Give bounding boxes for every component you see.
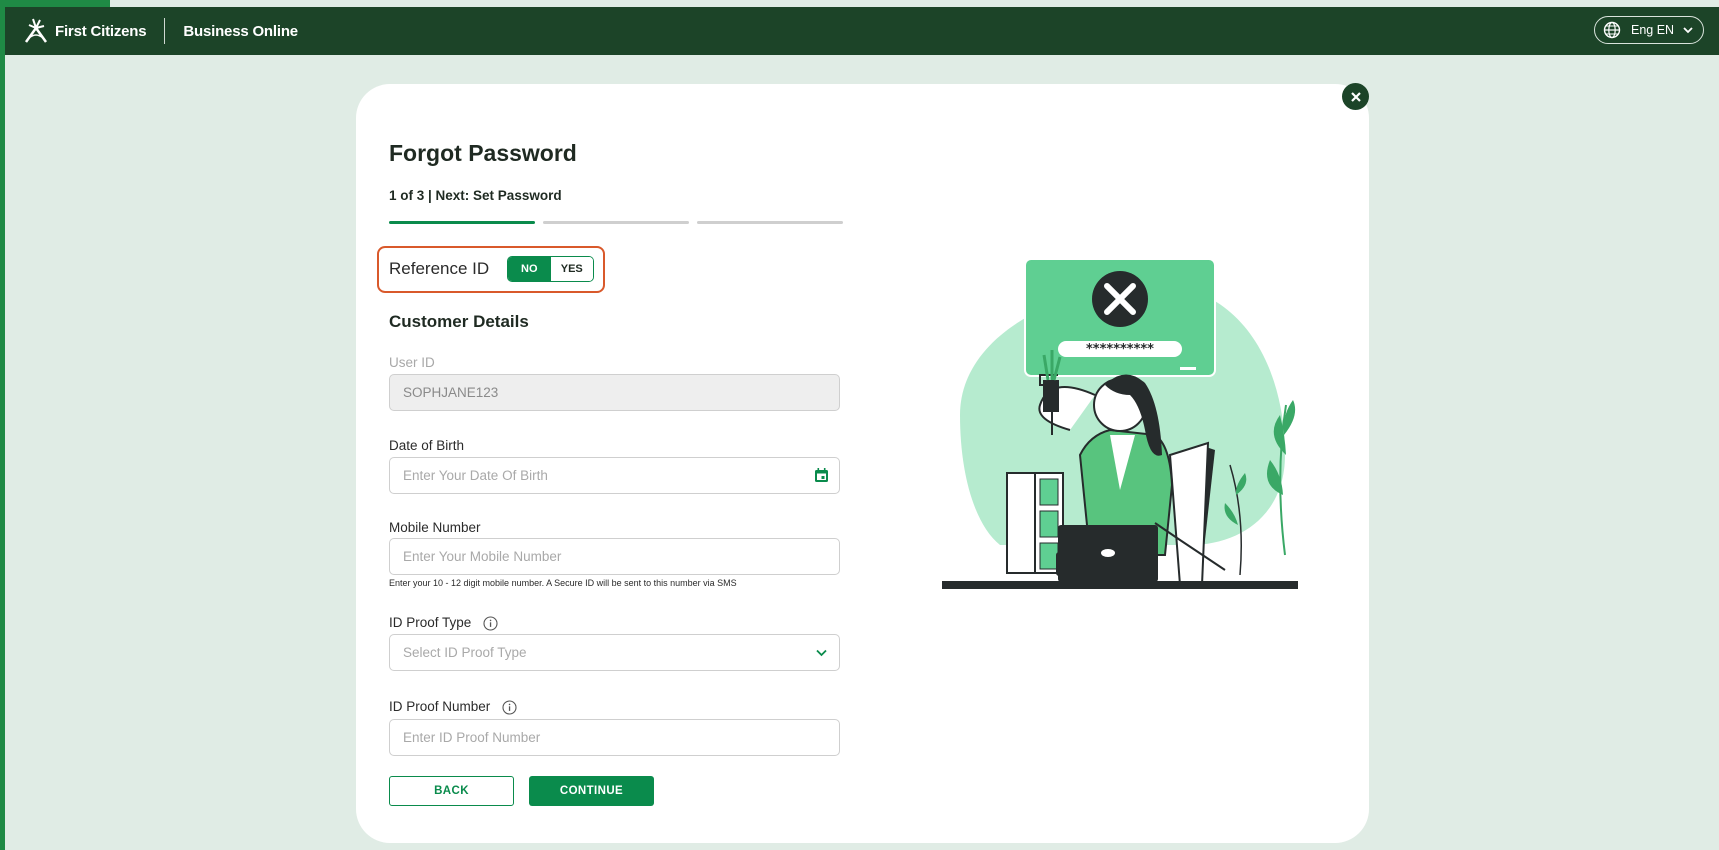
id-proof-type-select[interactable]: Select ID Proof Type — [389, 634, 840, 671]
language-label: Eng EN — [1631, 23, 1675, 37]
reference-id-label: Reference ID — [389, 259, 490, 278]
top-accent-bar — [0, 0, 110, 7]
mobile-number-placeholder: Enter Your Mobile Number — [403, 549, 562, 564]
date-of-birth-label: Date of Birth — [389, 438, 465, 453]
mobile-number-hint: Enter your 10 - 12 digit mobile number. … — [389, 578, 737, 588]
product-name: Business Online — [183, 22, 298, 40]
brand-logo[interactable]: First Citizens — [21, 16, 147, 46]
continue-button[interactable]: CONTINUE — [529, 776, 654, 806]
globe-icon — [1603, 21, 1621, 39]
id-proof-number-label-row: ID Proof Number — [389, 699, 517, 715]
back-button[interactable]: BACK — [389, 776, 514, 806]
reference-id-yes-option[interactable]: YES — [550, 257, 593, 281]
step-progress-3 — [697, 221, 843, 224]
user-id-value: SOPHJANE123 — [403, 385, 499, 400]
masked-password-text: ********** — [1086, 342, 1154, 357]
close-button[interactable] — [1342, 83, 1369, 110]
info-icon[interactable] — [502, 700, 517, 715]
brand-name: First Citizens — [55, 22, 147, 40]
mobile-number-label: Mobile Number — [389, 520, 481, 535]
language-selector[interactable]: Eng EN — [1594, 16, 1704, 44]
step-progress-1 — [389, 221, 535, 224]
chevron-down-icon — [816, 649, 827, 657]
id-proof-number-field[interactable]: Enter ID Proof Number — [389, 719, 840, 756]
close-icon — [1350, 91, 1361, 102]
reference-id-toggle[interactable]: NO YES — [507, 256, 594, 282]
user-id-field: SOPHJANE123 — [389, 374, 840, 411]
date-of-birth-placeholder: Enter Your Date Of Birth — [403, 468, 548, 483]
first-citizens-logo-icon — [24, 18, 48, 43]
page-title: Forgot Password — [389, 140, 577, 166]
forgot-password-illustration: ********** — [942, 258, 1298, 589]
mobile-number-field[interactable]: Enter Your Mobile Number — [389, 538, 840, 575]
left-edge-strip — [0, 0, 5, 850]
info-icon[interactable] — [483, 616, 498, 631]
top-navigation-bar: First Citizens Business Online Eng EN — [5, 7, 1719, 55]
id-proof-number-label: ID Proof Number — [389, 699, 491, 714]
id-proof-type-label: ID Proof Type — [389, 615, 472, 630]
customer-details-heading: Customer Details — [389, 312, 529, 331]
reference-id-no-option[interactable]: NO — [508, 257, 551, 281]
header-divider — [164, 18, 166, 44]
chevron-down-icon — [1683, 27, 1693, 34]
date-of-birth-field[interactable]: Enter Your Date Of Birth — [389, 457, 840, 494]
user-id-label: User ID — [389, 355, 435, 370]
calendar-icon[interactable] — [813, 467, 830, 484]
id-proof-number-placeholder: Enter ID Proof Number — [403, 730, 541, 745]
id-proof-type-placeholder: Select ID Proof Type — [403, 645, 527, 660]
id-proof-type-label-row: ID Proof Type — [389, 615, 498, 631]
step-progress-2 — [543, 221, 689, 224]
step-indicator-text: 1 of 3 | Next: Set Password — [389, 188, 562, 203]
